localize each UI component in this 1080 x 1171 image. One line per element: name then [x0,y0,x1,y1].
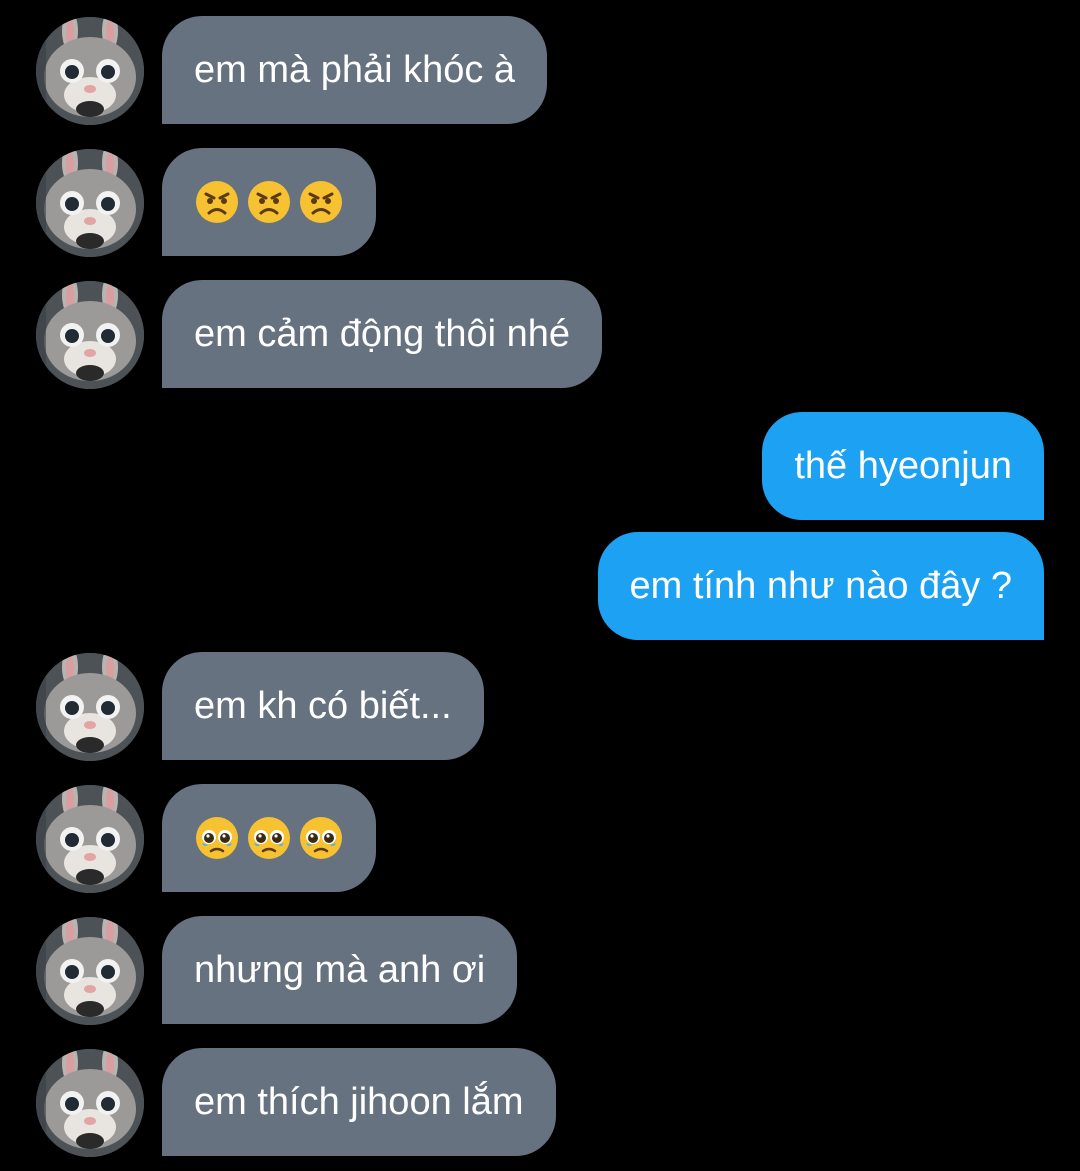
message-bubble-incoming[interactable] [162,148,376,256]
angry-face-icon [300,181,342,223]
message-row: em kh có biết... [0,652,1080,761]
bunny-avatar[interactable] [36,149,144,257]
message-bubble-incoming[interactable] [162,784,376,892]
bunny-avatar[interactable] [36,1049,144,1157]
angry-face-icon [248,181,290,223]
message-text: em cảm động thôi nhé [194,312,571,355]
bunny-avatar[interactable] [36,281,144,389]
emoji-group [194,815,344,861]
message-row: nhưng mà anh ơi [0,916,1080,1025]
message-bubble-outgoing[interactable]: em tính như nào đây ? [597,532,1044,640]
bunny-avatar[interactable] [36,17,144,125]
message-text: em thích jihoon lắm [194,1080,524,1123]
pleading-face-icon [196,817,238,859]
pleading-face-icon [248,817,290,859]
message-bubble-incoming[interactable]: nhưng mà anh ơi [162,916,518,1024]
message-text: thế hyeonjun [794,444,1012,487]
emoji-group [194,179,344,225]
message-bubble-incoming[interactable]: em cảm động thôi nhé [162,280,603,388]
message-row: em mà phải khóc à [0,16,1080,125]
pleading-face-icon [300,817,342,859]
message-bubble-outgoing[interactable]: thế hyeonjun [762,412,1044,520]
message-row: em thích jihoon lắm [0,1048,1080,1157]
message-row [0,148,1080,257]
bunny-avatar[interactable] [36,785,144,893]
message-row [0,784,1080,893]
message-row: em cảm động thôi nhé [0,280,1080,389]
message-bubble-incoming[interactable]: em kh có biết... [162,652,484,760]
bunny-avatar[interactable] [36,653,144,761]
message-bubble-incoming[interactable]: em mà phải khóc à [162,16,548,124]
message-text: em kh có biết... [194,684,452,727]
angry-face-icon [196,181,238,223]
bunny-avatar[interactable] [36,917,144,1025]
message-text: em tính như nào đây ? [629,564,1012,607]
message-row: em tính như nào đây ? [0,532,1080,640]
message-text: em mà phải khóc à [194,48,516,91]
message-bubble-incoming[interactable]: em thích jihoon lắm [162,1048,556,1156]
message-row: thế hyeonjun [0,412,1080,520]
message-text: nhưng mà anh ơi [194,948,486,991]
